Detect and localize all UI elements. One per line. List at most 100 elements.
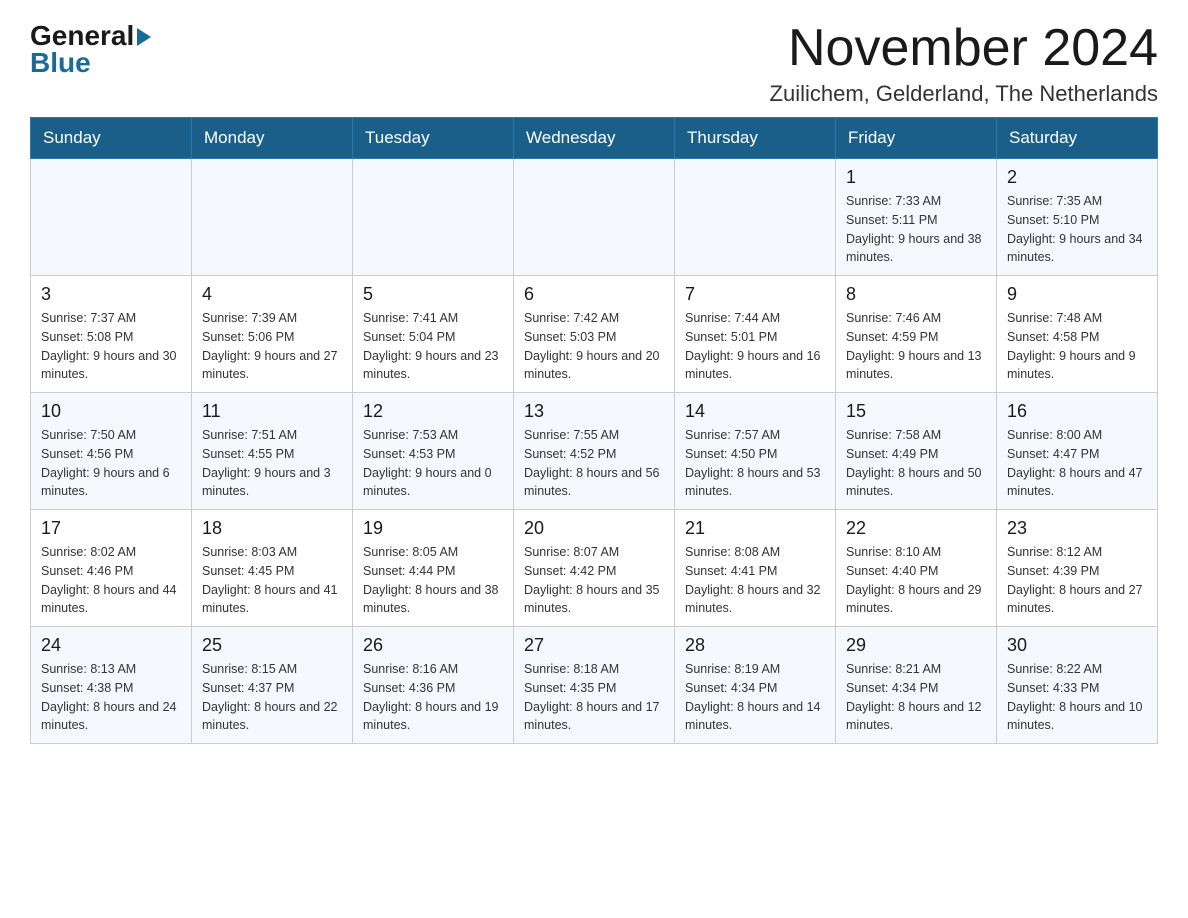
day-number: 23 (1007, 518, 1147, 539)
day-info: Sunrise: 8:13 AMSunset: 4:38 PMDaylight:… (41, 660, 181, 735)
calendar-cell: 21Sunrise: 8:08 AMSunset: 4:41 PMDayligh… (675, 510, 836, 627)
calendar-cell: 16 Sunrise: 8:00 AMSunset: 4:47 PMDayligh… (997, 393, 1158, 510)
calendar-cell: 12Sunrise: 7:53 AMSunset: 4:53 PMDayligh… (353, 393, 514, 510)
day-number: 8 (846, 284, 986, 305)
location-subtitle: Zuilichem, Gelderland, The Netherlands (770, 81, 1158, 107)
week-row-2: 10 Sunrise: 7:50 AMSunset: 4:56 PMDayligh… (31, 393, 1158, 510)
day-info: Sunrise: 7:42 AMSunset: 5:03 PMDaylight:… (524, 309, 664, 384)
day-info: Sunrise: 8:15 AMSunset: 4:37 PMDaylight:… (202, 660, 342, 735)
calendar-cell (514, 159, 675, 276)
day-info: Sunrise: 8:21 AMSunset: 4:34 PMDaylight:… (846, 660, 986, 735)
day-info: Sunrise: 7:48 AMSunset: 4:58 PMDaylight:… (1007, 309, 1147, 384)
calendar-cell: 14 Sunrise: 7:57 AMSunset: 4:50 PMDayligh… (675, 393, 836, 510)
day-number: 9 (1007, 284, 1147, 305)
day-number: 11 (202, 401, 342, 422)
col-saturday: Saturday (997, 118, 1158, 159)
day-number: 20 (524, 518, 664, 539)
week-row-3: 17 Sunrise: 8:02 AMSunset: 4:46 PMDayligh… (31, 510, 1158, 627)
day-number: 29 (846, 635, 986, 656)
calendar-cell: 27 Sunrise: 8:18 AMSunset: 4:35 PMDayligh… (514, 627, 675, 744)
day-info: Sunrise: 7:39 AMSunset: 5:06 PMDaylight:… (202, 309, 342, 384)
calendar-cell: 15 Sunrise: 7:58 AMSunset: 4:49 PMDayligh… (836, 393, 997, 510)
day-info: Sunrise: 7:58 AMSunset: 4:49 PMDaylight:… (846, 426, 986, 501)
calendar-cell (353, 159, 514, 276)
day-number: 15 (846, 401, 986, 422)
calendar-cell: 6 Sunrise: 7:42 AMSunset: 5:03 PMDaylight… (514, 276, 675, 393)
calendar-cell: 11 Sunrise: 7:51 AMSunset: 4:55 PMDayligh… (192, 393, 353, 510)
day-number: 18 (202, 518, 342, 539)
day-number: 19 (363, 518, 503, 539)
day-info: Sunrise: 8:05 AMSunset: 4:44 PMDaylight:… (363, 543, 503, 618)
day-info: Sunrise: 7:51 AMSunset: 4:55 PMDaylight:… (202, 426, 342, 501)
calendar-cell: 4 Sunrise: 7:39 AMSunset: 5:06 PMDaylight… (192, 276, 353, 393)
day-number: 24 (41, 635, 181, 656)
day-info: Sunrise: 7:50 AMSunset: 4:56 PMDaylight:… (41, 426, 181, 501)
calendar-cell: 23Sunrise: 8:12 AMSunset: 4:39 PMDayligh… (997, 510, 1158, 627)
calendar-cell: 18Sunrise: 8:03 AMSunset: 4:45 PMDayligh… (192, 510, 353, 627)
calendar-cell: 25 Sunrise: 8:15 AMSunset: 4:37 PMDayligh… (192, 627, 353, 744)
calendar-cell: 8Sunrise: 7:46 AMSunset: 4:59 PMDaylight… (836, 276, 997, 393)
day-number: 21 (685, 518, 825, 539)
month-title: November 2024 (770, 20, 1158, 77)
day-info: Sunrise: 7:35 AMSunset: 5:10 PMDaylight:… (1007, 192, 1147, 267)
calendar-header: Sunday Monday Tuesday Wednesday Thursday… (31, 118, 1158, 159)
day-number: 27 (524, 635, 664, 656)
day-number: 13 (524, 401, 664, 422)
logo: General Blue (30, 20, 151, 79)
calendar-cell: 9 Sunrise: 7:48 AMSunset: 4:58 PMDaylight… (997, 276, 1158, 393)
day-info: Sunrise: 8:07 AMSunset: 4:42 PMDaylight:… (524, 543, 664, 618)
day-info: Sunrise: 7:55 AMSunset: 4:52 PMDaylight:… (524, 426, 664, 501)
day-number: 10 (41, 401, 181, 422)
day-info: Sunrise: 8:19 AMSunset: 4:34 PMDaylight:… (685, 660, 825, 735)
day-info: Sunrise: 8:22 AMSunset: 4:33 PMDaylight:… (1007, 660, 1147, 735)
calendar-cell: 26 Sunrise: 8:16 AMSunset: 4:36 PMDayligh… (353, 627, 514, 744)
day-info: Sunrise: 7:37 AMSunset: 5:08 PMDaylight:… (41, 309, 181, 384)
day-number: 17 (41, 518, 181, 539)
calendar-cell (31, 159, 192, 276)
col-friday: Friday (836, 118, 997, 159)
calendar-cell: 28 Sunrise: 8:19 AMSunset: 4:34 PMDayligh… (675, 627, 836, 744)
day-number: 3 (41, 284, 181, 305)
calendar-cell: 19 Sunrise: 8:05 AMSunset: 4:44 PMDayligh… (353, 510, 514, 627)
calendar-cell: 3 Sunrise: 7:37 AMSunset: 5:08 PMDaylight… (31, 276, 192, 393)
day-info: Sunrise: 8:10 AMSunset: 4:40 PMDaylight:… (846, 543, 986, 618)
day-info: Sunrise: 7:57 AMSunset: 4:50 PMDaylight:… (685, 426, 825, 501)
logo-arrow-icon (137, 28, 151, 46)
calendar-table: Sunday Monday Tuesday Wednesday Thursday… (30, 117, 1158, 744)
day-number: 22 (846, 518, 986, 539)
title-section: November 2024 Zuilichem, Gelderland, The… (770, 20, 1158, 107)
calendar-cell: 24 Sunrise: 8:13 AMSunset: 4:38 PMDayligh… (31, 627, 192, 744)
calendar-cell: 13 Sunrise: 7:55 AMSunset: 4:52 PMDayligh… (514, 393, 675, 510)
day-info: Sunrise: 8:00 AMSunset: 4:47 PMDaylight:… (1007, 426, 1147, 501)
week-row-0: 1Sunrise: 7:33 AMSunset: 5:11 PMDaylight… (31, 159, 1158, 276)
page-header: General Blue November 2024 Zuilichem, Ge… (30, 20, 1158, 107)
day-number: 28 (685, 635, 825, 656)
header-row: Sunday Monday Tuesday Wednesday Thursday… (31, 118, 1158, 159)
day-number: 26 (363, 635, 503, 656)
week-row-4: 24 Sunrise: 8:13 AMSunset: 4:38 PMDayligh… (31, 627, 1158, 744)
calendar-cell: 17 Sunrise: 8:02 AMSunset: 4:46 PMDayligh… (31, 510, 192, 627)
day-info: Sunrise: 7:53 AMSunset: 4:53 PMDaylight:… (363, 426, 503, 501)
day-number: 7 (685, 284, 825, 305)
day-info: Sunrise: 8:02 AMSunset: 4:46 PMDaylight:… (41, 543, 181, 618)
calendar-body: 1Sunrise: 7:33 AMSunset: 5:11 PMDaylight… (31, 159, 1158, 744)
day-number: 1 (846, 167, 986, 188)
calendar-cell: 10 Sunrise: 7:50 AMSunset: 4:56 PMDayligh… (31, 393, 192, 510)
day-info: Sunrise: 8:18 AMSunset: 4:35 PMDaylight:… (524, 660, 664, 735)
day-number: 30 (1007, 635, 1147, 656)
day-number: 6 (524, 284, 664, 305)
day-info: Sunrise: 7:41 AMSunset: 5:04 PMDaylight:… (363, 309, 503, 384)
day-number: 16 (1007, 401, 1147, 422)
col-tuesday: Tuesday (353, 118, 514, 159)
calendar-cell: 2Sunrise: 7:35 AMSunset: 5:10 PMDaylight… (997, 159, 1158, 276)
day-number: 25 (202, 635, 342, 656)
calendar-cell: 20 Sunrise: 8:07 AMSunset: 4:42 PMDayligh… (514, 510, 675, 627)
day-number: 4 (202, 284, 342, 305)
col-thursday: Thursday (675, 118, 836, 159)
calendar-cell: 5Sunrise: 7:41 AMSunset: 5:04 PMDaylight… (353, 276, 514, 393)
day-info: Sunrise: 8:16 AMSunset: 4:36 PMDaylight:… (363, 660, 503, 735)
calendar-cell (675, 159, 836, 276)
calendar-cell: 30 Sunrise: 8:22 AMSunset: 4:33 PMDayligh… (997, 627, 1158, 744)
day-number: 14 (685, 401, 825, 422)
calendar-cell: 1Sunrise: 7:33 AMSunset: 5:11 PMDaylight… (836, 159, 997, 276)
